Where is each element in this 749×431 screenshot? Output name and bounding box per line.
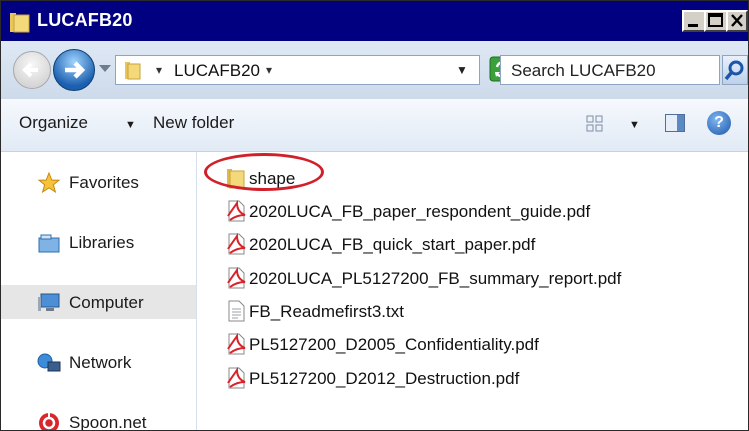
text-file-icon [228,300,245,322]
forward-button[interactable] [53,49,95,91]
nav-item-label: Favorites [69,173,139,192]
file-name: PL5127200_D2012_Destruction.pdf [249,369,520,388]
folder-icon [125,62,141,80]
file-name: 2020LUCA_FB_quick_start_paper.pdf [249,235,536,254]
folder-icon [227,169,245,189]
maximize-button[interactable] [704,10,728,32]
star-icon [37,171,61,194]
nav-item-label: Network [69,353,132,372]
address-box[interactable]: ▾ LUCAFB20 ▾ ▼ [115,55,480,85]
pdf-file-icon [227,200,246,222]
organize-menu[interactable]: Organize [19,113,88,133]
pdf-file-icon [227,267,246,289]
nav-item-spoon-net[interactable]: Spoon.net [11,405,191,431]
nav-item-libraries[interactable]: Libraries [11,225,191,259]
help-icon[interactable]: ? [707,111,731,135]
close-button[interactable] [726,10,748,32]
breadcrumb-separator[interactable]: ▾ [156,63,162,77]
computer-icon [38,293,60,311]
window-title: LUCAFB20 [37,10,133,30]
pdf-file-icon [227,233,246,255]
file-name: 2020LUCA_PL5127200_FB_summary_report.pdf [249,269,622,288]
file-list: shape 2020LUCA_FB_paper_respondent_guide… [201,152,748,430]
title-bar[interactable]: LUCAFB20 [1,1,748,41]
file-name: shape [249,169,296,188]
views-icon[interactable] [584,113,606,135]
new-folder-button[interactable]: New folder [153,113,234,133]
nav-item-favorites[interactable]: Favorites [11,165,191,199]
search-icon [724,60,744,81]
file-name: 2020LUCA_FB_paper_respondent_guide.pdf [249,202,591,221]
views-dropdown-icon[interactable]: ▼ [629,119,640,131]
address-dropdown-button[interactable]: ▼ [456,63,468,77]
recent-pages-dropdown[interactable] [99,65,111,72]
explorer-window: LUCAFB20 ▾ LUCAFB20 ▾ ▼ Search LUCAFB20 … [0,0,749,431]
nav-item-label: Libraries [69,233,135,252]
command-bar: Organize ▼ New folder ▼ ? [1,99,748,152]
chevron-down-icon[interactable]: ▼ [125,119,136,131]
maximize-icon [708,13,723,27]
back-arrow-icon [22,62,38,78]
close-icon [731,14,743,27]
minimize-icon [688,24,698,27]
pdf-file-icon [227,367,246,389]
breadcrumb-separator[interactable]: ▾ [266,63,272,77]
search-button[interactable] [722,55,748,85]
back-button[interactable] [13,51,51,89]
preview-pane-icon[interactable] [665,114,685,132]
nav-item-label: Computer [69,293,144,312]
pdf-file-icon [227,333,246,355]
file-name: FB_Readmefirst3.txt [249,302,404,321]
libraries-icon [38,234,60,253]
search-placeholder: Search LUCAFB20 [511,61,656,80]
network-icon [37,353,61,372]
nav-item-computer[interactable]: Computer [1,285,196,319]
address-bar-row: ▾ LUCAFB20 ▾ ▼ Search LUCAFB20 [1,41,748,100]
spoon-icon [39,413,59,430]
search-input[interactable]: Search LUCAFB20 [500,55,720,85]
breadcrumb-item[interactable]: LUCAFB20 [174,61,260,81]
folder-icon [10,13,30,33]
file-name: PL5127200_D2005_Confidentiality.pdf [249,335,539,354]
forward-arrow-icon [65,61,86,79]
minimize-button[interactable] [682,10,706,32]
nav-item-label: Spoon.net [69,413,147,431]
nav-item-network[interactable]: Network [11,345,191,379]
navigation-pane: Favorites Libraries Computer Network Spo… [1,152,197,431]
